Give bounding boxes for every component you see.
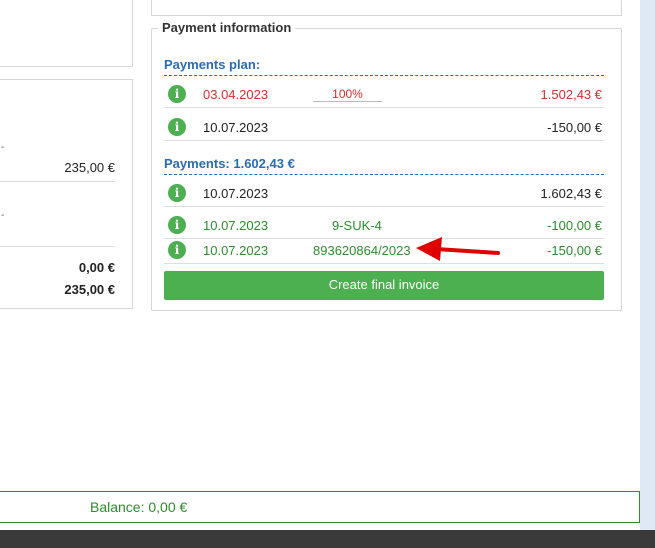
payments-divider [164, 174, 604, 175]
bottom-taskbar [0, 530, 655, 548]
plan-row-date: 03.04.2023 [203, 87, 269, 102]
plan-row: i 10.07.2023 -150,00 € [164, 112, 604, 141]
payment-row: i 10.07.2023 893620864/2023 -150,00 € [164, 238, 604, 264]
info-icon[interactable]: i [168, 85, 186, 103]
payment-row-reference[interactable]: 893620864/2023 [313, 243, 411, 258]
red-arrow-annotation [416, 237, 500, 261]
left-value-1: 235,00 € [64, 160, 115, 175]
payment-row: i 10.07.2023 1.602,43 € [164, 178, 604, 207]
top-right-panel [151, 0, 622, 16]
plan-row-date: 10.07.2023 [203, 120, 269, 135]
payment-row-date: 10.07.2023 [203, 186, 269, 201]
left-top-panel [0, 0, 133, 67]
balance-text: Balance: 0,00 € [90, 499, 188, 515]
payments-plan-divider [164, 75, 604, 76]
right-scroll-area [640, 0, 655, 530]
left-total-2: 235,00 € [64, 282, 115, 297]
left-divider-2 [0, 246, 115, 247]
payment-row-amount: -150,00 € [547, 243, 602, 258]
payments-title: Payments: 1.602,43 € [164, 156, 295, 171]
plan-row: i 03.04.2023 100% 1.502,43 € [164, 79, 604, 108]
left-summary-panel: - 235,00 € - 0,00 € 235,00 € [0, 79, 133, 309]
left-dash-2: - [1, 210, 5, 221]
payment-information-fieldset: Payment information Payments plan: i 03.… [151, 20, 622, 311]
left-divider-1 [0, 181, 115, 182]
plan-row-percent: 100% [313, 87, 382, 102]
plan-row-amount: -150,00 € [547, 120, 602, 135]
payment-row-amount: -100,00 € [547, 218, 602, 233]
payment-row-date: 10.07.2023 [203, 218, 269, 233]
info-icon[interactable]: i [168, 118, 186, 136]
left-total-1: 0,00 € [78, 260, 115, 275]
payments-plan-title: Payments plan: [164, 57, 261, 72]
info-icon[interactable]: i [168, 184, 186, 202]
create-final-invoice-button[interactable]: Create final invoice [164, 271, 604, 300]
balance-bar: Balance: 0,00 € [0, 491, 640, 523]
info-icon[interactable]: i [168, 216, 186, 234]
payment-information-legend: Payment information [158, 20, 296, 35]
payment-row-date: 10.07.2023 [203, 243, 269, 258]
plan-row-amount: 1.502,43 € [540, 87, 602, 102]
payment-row-reference[interactable]: 9-SUK-4 [332, 218, 382, 233]
info-icon[interactable]: i [168, 241, 186, 259]
payment-row: i 10.07.2023 9-SUK-4 -100,00 € [164, 213, 604, 239]
payment-row-amount: 1.602,43 € [540, 186, 602, 201]
left-dash-1: - [1, 142, 5, 153]
